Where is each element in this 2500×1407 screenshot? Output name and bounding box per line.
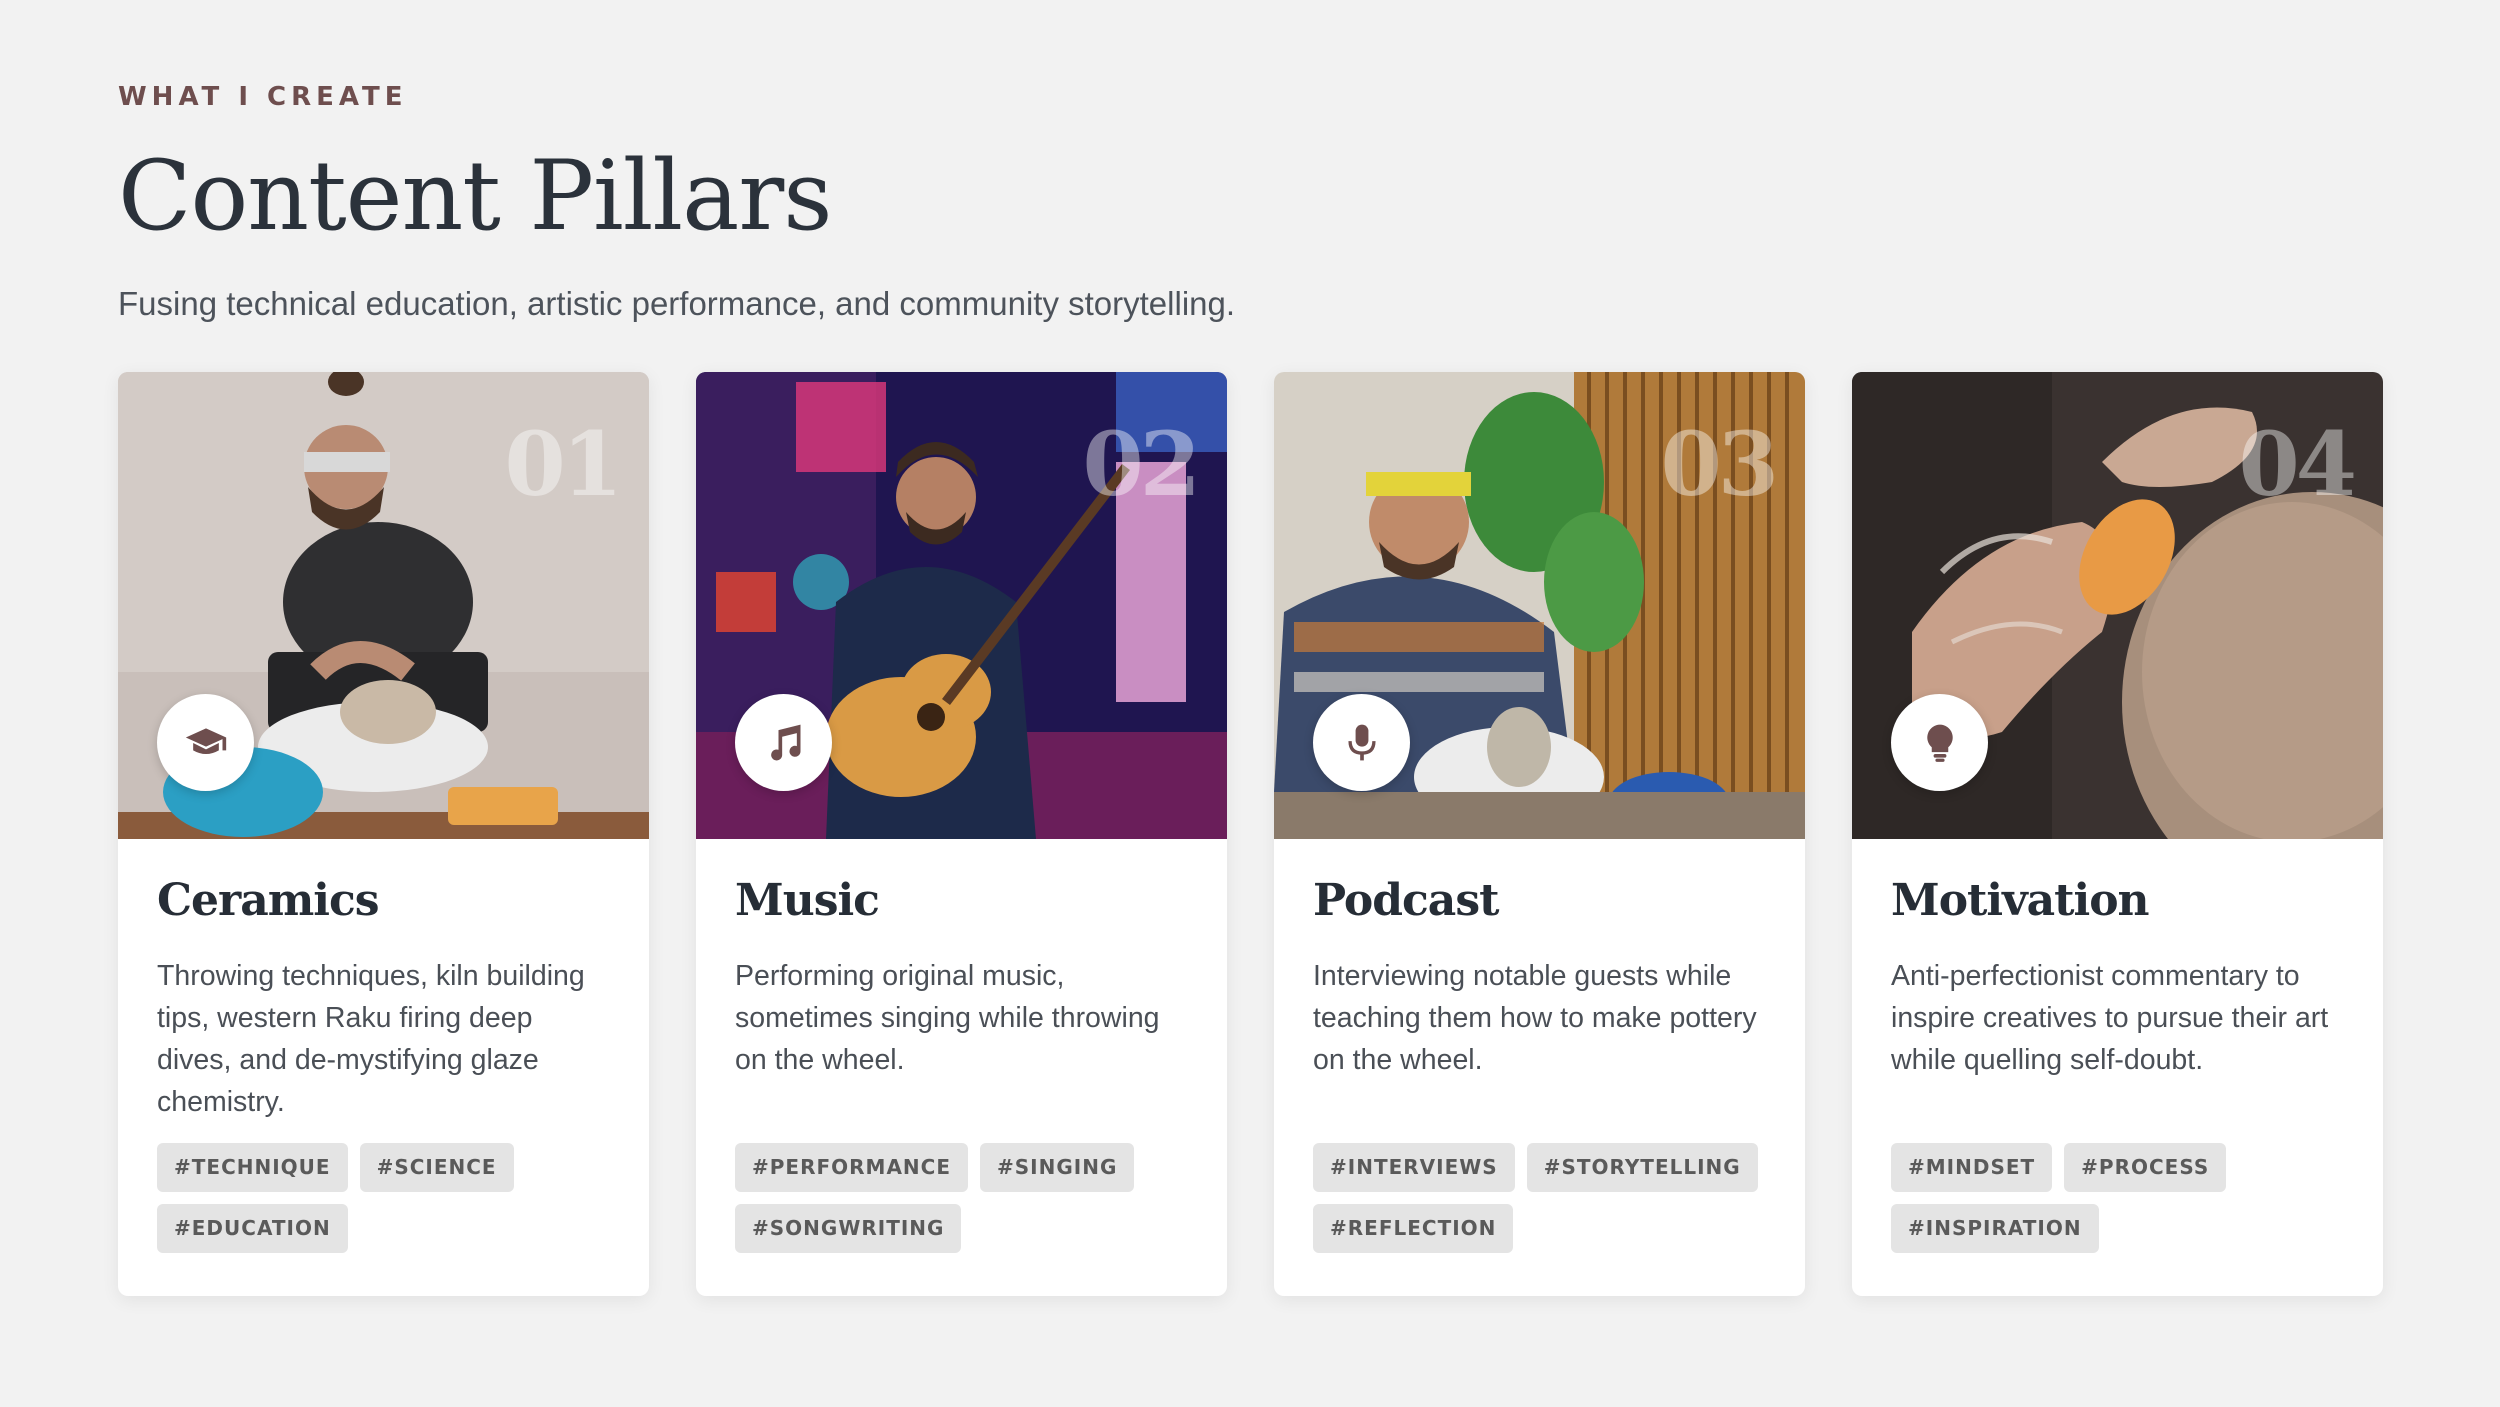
- tag-chip[interactable]: #REFLECTION: [1313, 1204, 1514, 1253]
- graduation-cap-icon: [185, 727, 226, 754]
- card-body: Motivation Anti-perfectionist commentary…: [1852, 839, 2383, 1253]
- tag-list: #MINDSET #PROCESS #INSPIRATION: [1891, 1143, 2351, 1253]
- tag-list: #PERFORMANCE #SINGING #SONGWRITING: [735, 1143, 1195, 1253]
- card-body: Podcast Interviewing notable guests whil…: [1274, 839, 1805, 1253]
- tag-chip[interactable]: #INSPIRATION: [1891, 1204, 2099, 1253]
- tag-chip[interactable]: #SONGWRITING: [735, 1204, 962, 1253]
- card-number: 04: [2238, 412, 2357, 516]
- tag-chip[interactable]: #INTERVIEWS: [1313, 1143, 1515, 1192]
- section-eyebrow: WHAT I CREATE: [118, 82, 408, 112]
- ceramics-photo: 01: [118, 372, 649, 839]
- card-description: Throwing techniques, kiln building tips,…: [157, 960, 585, 1118]
- lightbulb-icon: [1926, 724, 1953, 762]
- card-number: 02: [1082, 412, 1201, 516]
- card-title: Music: [735, 875, 880, 926]
- badge-microphone: [1313, 694, 1410, 791]
- tag-chip[interactable]: #EDUCATION: [157, 1204, 348, 1253]
- tag-chip[interactable]: #SCIENCE: [359, 1143, 514, 1192]
- pillar-card-ceramics[interactable]: 01 Ceramics Throwing techniques, kiln bu…: [118, 372, 649, 1296]
- pillar-card-podcast[interactable]: 03 Podcast Interviewing notable guests w…: [1274, 372, 1805, 1296]
- podcast-photo: 03: [1274, 372, 1805, 839]
- card-description: Performing original music, sometimes sin…: [735, 960, 1160, 1076]
- microphone-icon: [1347, 724, 1376, 760]
- tag-chip[interactable]: #SINGING: [980, 1143, 1135, 1192]
- page-title: Content Pillars: [118, 140, 832, 252]
- card-body: Music Performing original music, sometim…: [696, 839, 1227, 1253]
- page-subtitle: Fusing technical education, artistic per…: [118, 284, 1236, 322]
- tag-chip[interactable]: #MINDSET: [1891, 1143, 2053, 1192]
- content-pillars-page: WHAT I CREATE Content Pillars Fusing tec…: [0, 0, 2500, 1407]
- card-number: 03: [1660, 412, 1779, 516]
- card-body: Ceramics Throwing techniques, kiln build…: [118, 839, 649, 1253]
- badge-graduation-cap: [157, 694, 254, 791]
- card-title: Ceramics: [157, 875, 380, 926]
- card-number: 01: [504, 412, 623, 516]
- pillar-cards: 01 Ceramics Throwing techniques, kiln bu…: [118, 372, 2383, 1296]
- tag-chip[interactable]: #PROCESS: [2064, 1143, 2227, 1192]
- tag-chip[interactable]: #PERFORMANCE: [735, 1143, 969, 1192]
- music-photo: 02: [696, 372, 1227, 839]
- badge-music-note: [735, 694, 832, 791]
- tag-chip[interactable]: #TECHNIQUE: [157, 1143, 348, 1192]
- music-note-icon: [770, 724, 801, 760]
- badge-lightbulb: [1891, 694, 1988, 791]
- card-description: Anti-perfectionist commentary to inspire…: [1891, 960, 2329, 1076]
- pillar-card-music[interactable]: 02 Music Performing original music, some…: [696, 372, 1227, 1296]
- card-title: Podcast: [1313, 875, 1499, 926]
- tag-list: #INTERVIEWS #STORYTELLING #REFLECTION: [1313, 1143, 1773, 1253]
- motivation-photo: 04: [1852, 372, 2383, 839]
- card-description: Interviewing notable guests while teachi…: [1313, 960, 1757, 1076]
- tag-list: #TECHNIQUE #SCIENCE #EDUCATION: [157, 1143, 617, 1253]
- pillar-card-motivation[interactable]: 04 Motivation Anti-perfectionist comment…: [1852, 372, 2383, 1296]
- card-title: Motivation: [1891, 875, 2150, 926]
- tag-chip[interactable]: #STORYTELLING: [1526, 1143, 1758, 1192]
